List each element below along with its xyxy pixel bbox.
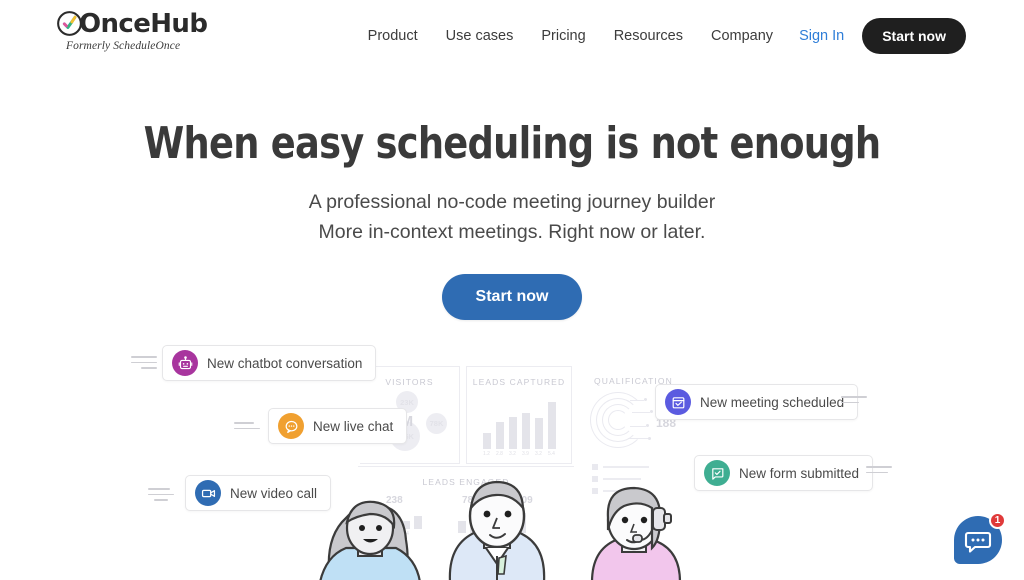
motion-lines	[131, 356, 157, 373]
main-nav: Product Use cases Pricing Resources Comp…	[354, 18, 966, 54]
nav-item-resources[interactable]: Resources	[600, 22, 697, 50]
ghost-list-row	[592, 464, 649, 470]
chart-bar	[496, 422, 504, 449]
hero-subtitle-line-2: More in-context meetings. Right now or l…	[318, 221, 706, 244]
hero-subtitle-line-1: A professional no-code meeting journey b…	[308, 191, 716, 214]
chart-tick: 3.2	[509, 451, 516, 457]
qualification-arcs	[590, 392, 660, 452]
chat-bubble-icon	[278, 413, 304, 439]
chart-bar	[548, 402, 556, 449]
leads-captured-bar-chart	[483, 399, 557, 449]
notification-card-form-submitted[interactable]: New form submitted	[694, 455, 874, 491]
hero-section: When easy scheduling is not enough A pro…	[0, 118, 1024, 320]
start-now-button-hero[interactable]: Start now	[441, 273, 583, 320]
nav-item-use-cases[interactable]: Use cases	[432, 22, 528, 50]
notification-card-chatbot[interactable]: New chatbot conversation	[162, 345, 377, 381]
chart-bar	[522, 413, 530, 449]
chart-tick: 3.9	[522, 451, 529, 457]
motion-lines	[841, 396, 867, 407]
notification-card-video-call[interactable]: New video call	[185, 475, 332, 511]
chart-tick: 5.4	[548, 451, 555, 457]
hero-illustration: VISITORS 23K 78K 345K 9K 15M LEADS CAPTU…	[0, 338, 1024, 580]
chart-bar	[535, 418, 543, 449]
chart-bar	[509, 417, 517, 449]
bubble-78k: 78K	[426, 413, 447, 434]
person-woman-left	[319, 500, 421, 580]
motion-lines	[234, 422, 260, 433]
person-woman-headset	[590, 486, 682, 580]
form-check-icon	[704, 460, 730, 486]
dashboard-panel-leads-captured: LEADS CAPTURED 1.2 2.8 3.2 3.9 3.2 5.4	[466, 366, 572, 464]
brand-logo[interactable]: OnceHub Formerly ScheduleOnce	[56, 10, 256, 52]
chart-tick: 1.2	[483, 451, 490, 457]
chart-bar	[483, 433, 491, 449]
chat-unread-badge: 1	[989, 512, 1006, 529]
video-camera-icon	[195, 480, 221, 506]
panel-label-leads-captured: LEADS CAPTURED	[472, 377, 566, 387]
calendar-check-icon	[665, 389, 691, 415]
nav-item-pricing[interactable]: Pricing	[527, 22, 599, 50]
notification-label: New video call	[230, 485, 318, 501]
people-illustration	[300, 478, 720, 580]
notification-card-meeting-scheduled[interactable]: New meeting scheduled	[655, 384, 859, 420]
notification-label: New chatbot conversation	[207, 355, 363, 371]
motion-lines	[866, 466, 892, 477]
person-man-center	[448, 480, 546, 580]
notification-label: New meeting scheduled	[700, 394, 845, 410]
notification-label: New live chat	[313, 418, 394, 434]
brand-name: OnceHub	[79, 8, 208, 39]
motion-lines	[148, 488, 174, 505]
notification-label: New form submitted	[739, 465, 860, 481]
site-header: OnceHub Formerly ScheduleOnce Product Us…	[0, 0, 1024, 70]
hero-subtitle: A professional no-code meeting journey b…	[0, 188, 1024, 247]
chart-tick: 2.8	[496, 451, 503, 457]
page-title: When easy scheduling is not enough	[143, 118, 881, 169]
nav-item-product[interactable]: Product	[354, 22, 432, 50]
brand-tagline: Formerly ScheduleOnce	[66, 40, 181, 52]
nav-item-company[interactable]: Company	[697, 22, 787, 50]
start-now-button-header[interactable]: Start now	[862, 18, 966, 54]
robot-icon	[172, 350, 198, 376]
chat-widget-button[interactable]: 1	[954, 512, 1006, 564]
sign-in-link[interactable]: Sign In	[787, 22, 856, 50]
landing-page: OnceHub Formerly ScheduleOnce Product Us…	[0, 0, 1024, 580]
chart-tick: 3.2	[535, 451, 542, 457]
notification-card-live-chat[interactable]: New live chat	[268, 408, 408, 444]
